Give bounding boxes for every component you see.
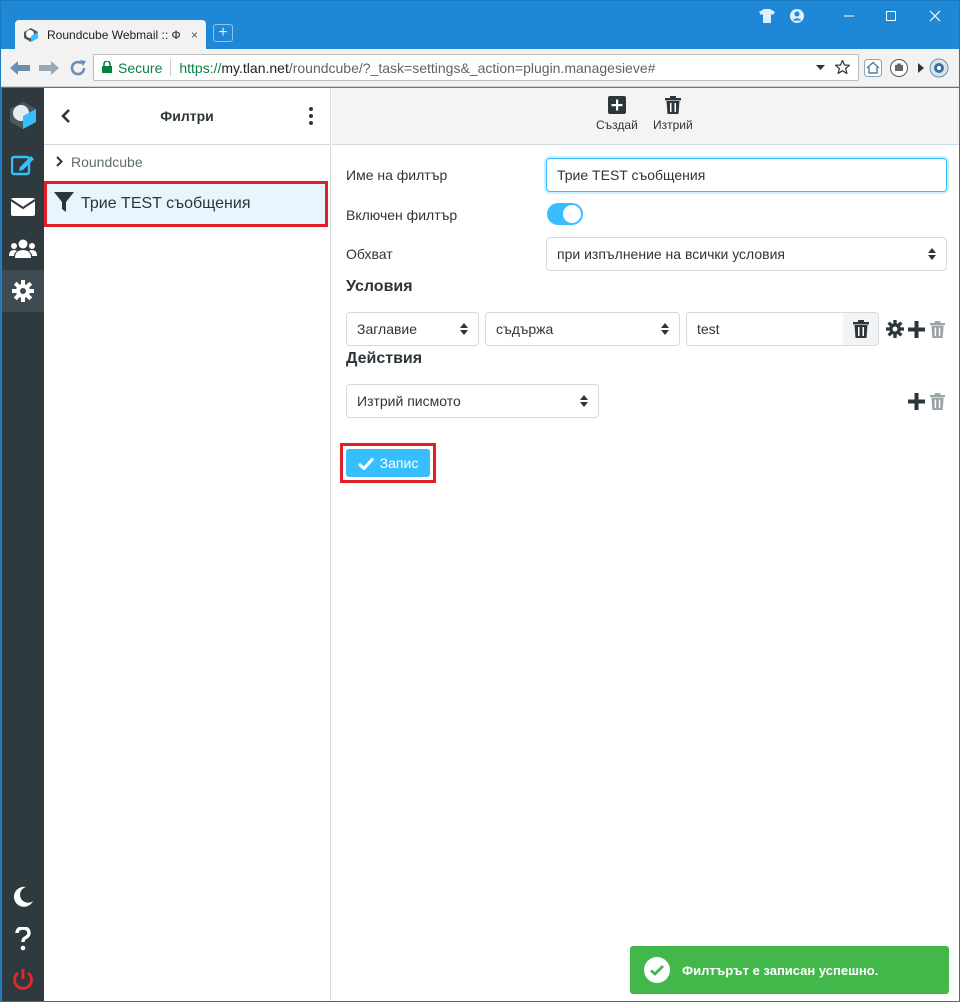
remove-action-trash-icon[interactable]	[929, 392, 945, 410]
filter-list-title: Филтри	[160, 108, 214, 124]
create-filter-button[interactable]: Създай	[596, 96, 638, 132]
filter-enabled-row: Включен филтър	[346, 198, 457, 232]
url-host: my.tlan.net	[221, 59, 289, 76]
address-actions	[816, 59, 852, 77]
create-filter-label: Създай	[596, 118, 638, 132]
condition-value: test	[697, 321, 720, 337]
add-action-plus-icon[interactable]	[907, 392, 925, 410]
url-scheme: https://	[179, 59, 222, 76]
stop-hand-icon[interactable]	[889, 58, 909, 78]
condition-advanced-gear-icon[interactable]	[886, 320, 904, 338]
filter-list-header: Филтри	[44, 88, 330, 145]
contacts-icon[interactable]	[2, 228, 44, 270]
dropdown-arrow-icon[interactable]	[816, 60, 825, 77]
success-toast[interactable]: Филтърът е записан успешно.	[630, 946, 949, 994]
profile-icon[interactable]	[777, 1, 817, 31]
home-icon[interactable]	[863, 58, 883, 78]
back-arrow-icon[interactable]	[9, 58, 31, 78]
select-caret-icon	[580, 395, 588, 407]
toast-message: Филтърът е записан успешно.	[682, 962, 879, 978]
address-divider	[170, 59, 172, 76]
roundcube-favicon-icon	[23, 27, 39, 43]
actions-title: Действия	[346, 350, 423, 367]
main-navigation-rail	[2, 88, 44, 1001]
save-button[interactable]: Запис	[346, 449, 430, 477]
back-chevron-icon[interactable]	[58, 106, 74, 126]
plus-square-icon	[607, 96, 626, 114]
delete-filter-label: Изтрий	[653, 118, 693, 132]
condition-header-value: Заглавие	[357, 321, 418, 337]
settings-icon[interactable]	[2, 270, 44, 312]
content-toolbar: Създай Изтрий	[332, 88, 959, 145]
filter-scope-select[interactable]: при изпълнение на всички условия	[546, 237, 947, 271]
condition-operator-select[interactable]: съдържа	[485, 312, 680, 346]
filter-set-item[interactable]: Roundcube	[44, 145, 330, 179]
filter-name-value: Трие TEST съобщения	[557, 167, 706, 183]
dark-mode-icon[interactable]	[2, 876, 44, 918]
filter-edit-pane: Създай Изтрий Име на филтър Трие TEST съ…	[332, 88, 959, 1001]
forward-arrow-icon[interactable]	[38, 58, 60, 78]
select-caret-icon	[460, 323, 468, 335]
more-options-icon[interactable]	[306, 106, 316, 126]
remove-condition-trash-icon[interactable]	[929, 320, 945, 338]
filter-funnel-icon	[53, 191, 75, 218]
success-check-icon	[644, 957, 670, 983]
new-tab-button[interactable]: +	[213, 24, 233, 42]
trash-icon	[664, 96, 681, 114]
extension-gear-icon[interactable]	[929, 58, 949, 78]
filter-scope-label: Обхват	[346, 246, 393, 262]
checkmark-icon	[357, 456, 374, 470]
browser-toolbar: Secure https:// my.tlan.net /roundcube/?…	[1, 49, 959, 87]
filter-list-item[interactable]: Трие TEST съобщения	[44, 181, 328, 227]
extension-arrow-icon[interactable]	[911, 58, 931, 78]
filter-enabled-label: Включен филтър	[346, 207, 458, 223]
trash-icon	[852, 320, 869, 338]
condition-clear-button[interactable]	[843, 312, 879, 346]
chevron-right-icon	[56, 154, 63, 170]
condition-header-select[interactable]: Заглавие	[346, 312, 479, 346]
logout-icon[interactable]	[2, 958, 44, 1000]
filter-name-label: Име на филтър	[346, 167, 448, 183]
filter-scope-value: при изпълнение на всички условия	[557, 246, 785, 262]
close-button[interactable]	[915, 1, 955, 31]
save-label: Запис	[379, 455, 419, 471]
secure-label: Secure	[118, 59, 163, 76]
title-bar: Roundcube Webmail :: Ф × +	[1, 1, 959, 49]
toggle-knob	[563, 205, 581, 223]
filter-set-name: Roundcube	[71, 154, 143, 170]
save-button-highlight: Запис	[340, 443, 436, 483]
select-caret-icon	[661, 323, 669, 335]
help-icon[interactable]	[2, 918, 44, 960]
delete-filter-button[interactable]: Изтрий	[653, 96, 693, 132]
maximize-button[interactable]	[871, 1, 911, 31]
filter-list-pane: Филтри Roundcube Трие TEST съобщения	[44, 88, 331, 1001]
filter-scope-row: Обхват	[346, 237, 393, 271]
mail-icon[interactable]	[2, 186, 44, 228]
browser-tab[interactable]: Roundcube Webmail :: Ф ×	[15, 20, 206, 49]
compose-icon[interactable]	[2, 144, 44, 186]
reload-icon[interactable]	[67, 58, 89, 78]
filter-name-input[interactable]: Трие TEST съобщения	[546, 158, 947, 192]
url-path: /roundcube/?_task=settings&_action=plugi…	[288, 59, 656, 76]
tab-close-icon[interactable]: ×	[191, 28, 198, 42]
filter-name-row: Име на филтър	[346, 158, 447, 192]
select-caret-icon	[928, 248, 936, 260]
lock-icon	[102, 59, 112, 76]
browser-window: Roundcube Webmail :: Ф × + Secure https:…	[0, 0, 960, 1002]
add-condition-plus-icon[interactable]	[907, 320, 925, 338]
filter-item-name: Трие TEST съобщения	[81, 195, 251, 212]
roundcube-app: Филтри Roundcube Трие TEST съобщения Съз…	[2, 88, 959, 1001]
action-value: Изтрий писмото	[357, 393, 461, 409]
bookmark-star-icon[interactable]	[833, 59, 852, 77]
address-bar[interactable]: Secure https:// my.tlan.net /roundcube/?…	[93, 54, 859, 81]
action-select[interactable]: Изтрий писмото	[346, 384, 599, 418]
condition-operator-value: съдържа	[496, 321, 554, 337]
minimize-button[interactable]	[829, 1, 869, 31]
condition-value-input[interactable]: test	[686, 312, 844, 346]
logo-icon[interactable]	[2, 94, 44, 136]
conditions-title: Условия	[346, 278, 413, 295]
filter-enabled-toggle[interactable]	[547, 203, 583, 225]
tab-title: Roundcube Webmail :: Ф	[47, 27, 181, 42]
